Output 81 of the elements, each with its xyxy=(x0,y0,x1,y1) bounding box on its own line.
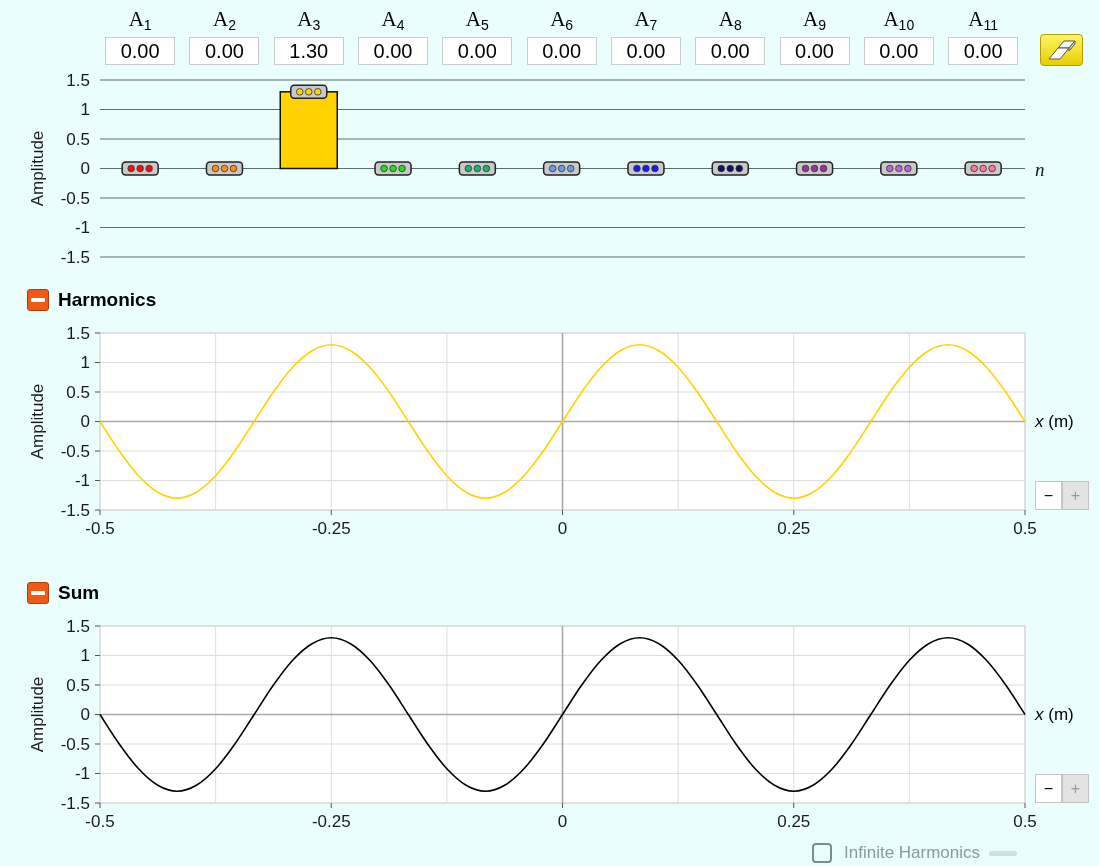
slider-handle[interactable] xyxy=(964,161,1002,176)
axis-tick-label: -0.5 xyxy=(60,734,90,754)
axis-tick-label: 0 xyxy=(557,811,568,831)
axis-tick-label: 0 xyxy=(557,518,568,538)
harmonic-label: A$_{7}$ xyxy=(634,6,658,32)
amplitude-field[interactable]: 0.00 xyxy=(189,37,260,65)
line-swatch-icon xyxy=(989,850,1018,856)
axis-title: Amplitude xyxy=(27,130,47,207)
slider-handle[interactable] xyxy=(627,161,665,176)
axis-tick-label: -0.5 xyxy=(85,811,115,831)
axis-tick-label: -1.5 xyxy=(60,247,90,267)
axis-tick-label: 1 xyxy=(80,100,90,119)
axis-tick-label: -0.25 xyxy=(311,811,351,831)
slider-handle[interactable] xyxy=(458,161,497,176)
harmonic-label: A$_{8}$ xyxy=(718,6,742,32)
harmonic-label: A$_{1}$ xyxy=(128,6,152,32)
harmonic-label: A$_{9}$ xyxy=(803,6,826,32)
harmonic-label: A$_{5}$ xyxy=(465,6,489,32)
amplitude-field[interactable]: 0.00 xyxy=(779,37,850,65)
axis-tick-label: 1.5 xyxy=(66,70,90,90)
zoom-button[interactable]: − xyxy=(1035,481,1062,510)
collapse-button[interactable] xyxy=(27,289,49,311)
axis-tick-label: 1.5 xyxy=(66,323,90,343)
panel-title: Harmonics xyxy=(58,289,157,311)
eraser-button[interactable] xyxy=(1040,34,1084,66)
harmonic-label: A$_{10}$ xyxy=(883,6,915,32)
axis-tick-label: -1.5 xyxy=(60,500,90,520)
axis-tick-label: 1.5 xyxy=(66,616,90,636)
zoom-button[interactable]: − xyxy=(1035,774,1062,803)
harmonic-label: A$_{3}$ xyxy=(297,6,321,32)
axis-tick-label: 0.25 xyxy=(777,811,811,831)
amplitude-field[interactable]: 0.00 xyxy=(105,37,176,65)
amplitude-field[interactable]: 1.30 xyxy=(273,37,344,65)
axis-tick-label: 0.5 xyxy=(66,675,90,695)
axis-tick-label: 0.5 xyxy=(66,382,90,402)
axis-tick-label: 0 xyxy=(80,412,90,431)
amplitude-field[interactable]: 0.00 xyxy=(695,37,766,65)
panel-title: Sum xyxy=(58,582,100,604)
axis-tick-label: 0.5 xyxy=(1013,811,1037,831)
collapse-button[interactable] xyxy=(27,582,49,604)
axis-tick-label: -0.5 xyxy=(60,441,90,461)
slider-handle[interactable] xyxy=(290,84,328,100)
axis-title: x (m) xyxy=(1035,411,1075,432)
slider-handle[interactable] xyxy=(542,161,581,176)
axis-title: x (m) xyxy=(1035,704,1075,725)
amplitude-field[interactable]: 0.00 xyxy=(863,37,934,65)
axis-tick-label: -0.5 xyxy=(85,518,115,538)
axis-tick-label: 1 xyxy=(80,646,90,665)
slider-handle[interactable] xyxy=(205,161,244,176)
axis-tick-label: -0.5 xyxy=(60,188,90,208)
axis-tick-label: -1 xyxy=(74,218,90,237)
slider-handle[interactable] xyxy=(795,161,834,176)
axis-tick-label: 0.25 xyxy=(777,518,811,538)
slider-handle[interactable] xyxy=(374,161,412,176)
minus-icon xyxy=(31,591,45,595)
slider-handle[interactable] xyxy=(121,161,159,176)
minus-icon xyxy=(31,298,45,302)
axis-tick-label: 0 xyxy=(80,159,90,178)
axis-tick-label: 0.5 xyxy=(1013,518,1037,538)
axis-title: Amplitude xyxy=(27,676,47,753)
axis-tick-label: 1 xyxy=(80,353,90,372)
axis-title: Amplitude xyxy=(27,383,47,460)
slider-handle[interactable] xyxy=(711,161,749,176)
axis-tick-label: -1 xyxy=(74,471,90,490)
amplitude-field[interactable]: 0.00 xyxy=(442,37,513,65)
eraser-icon xyxy=(1047,40,1076,60)
amplitude-field[interactable]: 0.00 xyxy=(526,37,597,65)
axis-tick-label: 0 xyxy=(80,705,90,724)
axis-tick-label: 0.5 xyxy=(66,129,90,149)
amplitude-field[interactable]: 0.00 xyxy=(948,37,1019,65)
harmonic-label: A$_{11}$ xyxy=(968,6,998,32)
axis-tick-label: -1.5 xyxy=(60,793,90,813)
axis-tick-label: -1 xyxy=(74,764,90,783)
axis-tick-label: -0.25 xyxy=(311,518,351,538)
axis-title: n xyxy=(1035,159,1045,180)
amplitude-field[interactable]: 0.00 xyxy=(610,37,681,65)
harmonic-label: A$_{2}$ xyxy=(212,6,236,32)
harmonic-label: A$_{6}$ xyxy=(550,6,574,32)
slider-handle[interactable] xyxy=(880,161,918,176)
harmonic-label: A$_{4}$ xyxy=(381,6,405,32)
amplitude-field[interactable]: 0.00 xyxy=(358,37,429,65)
